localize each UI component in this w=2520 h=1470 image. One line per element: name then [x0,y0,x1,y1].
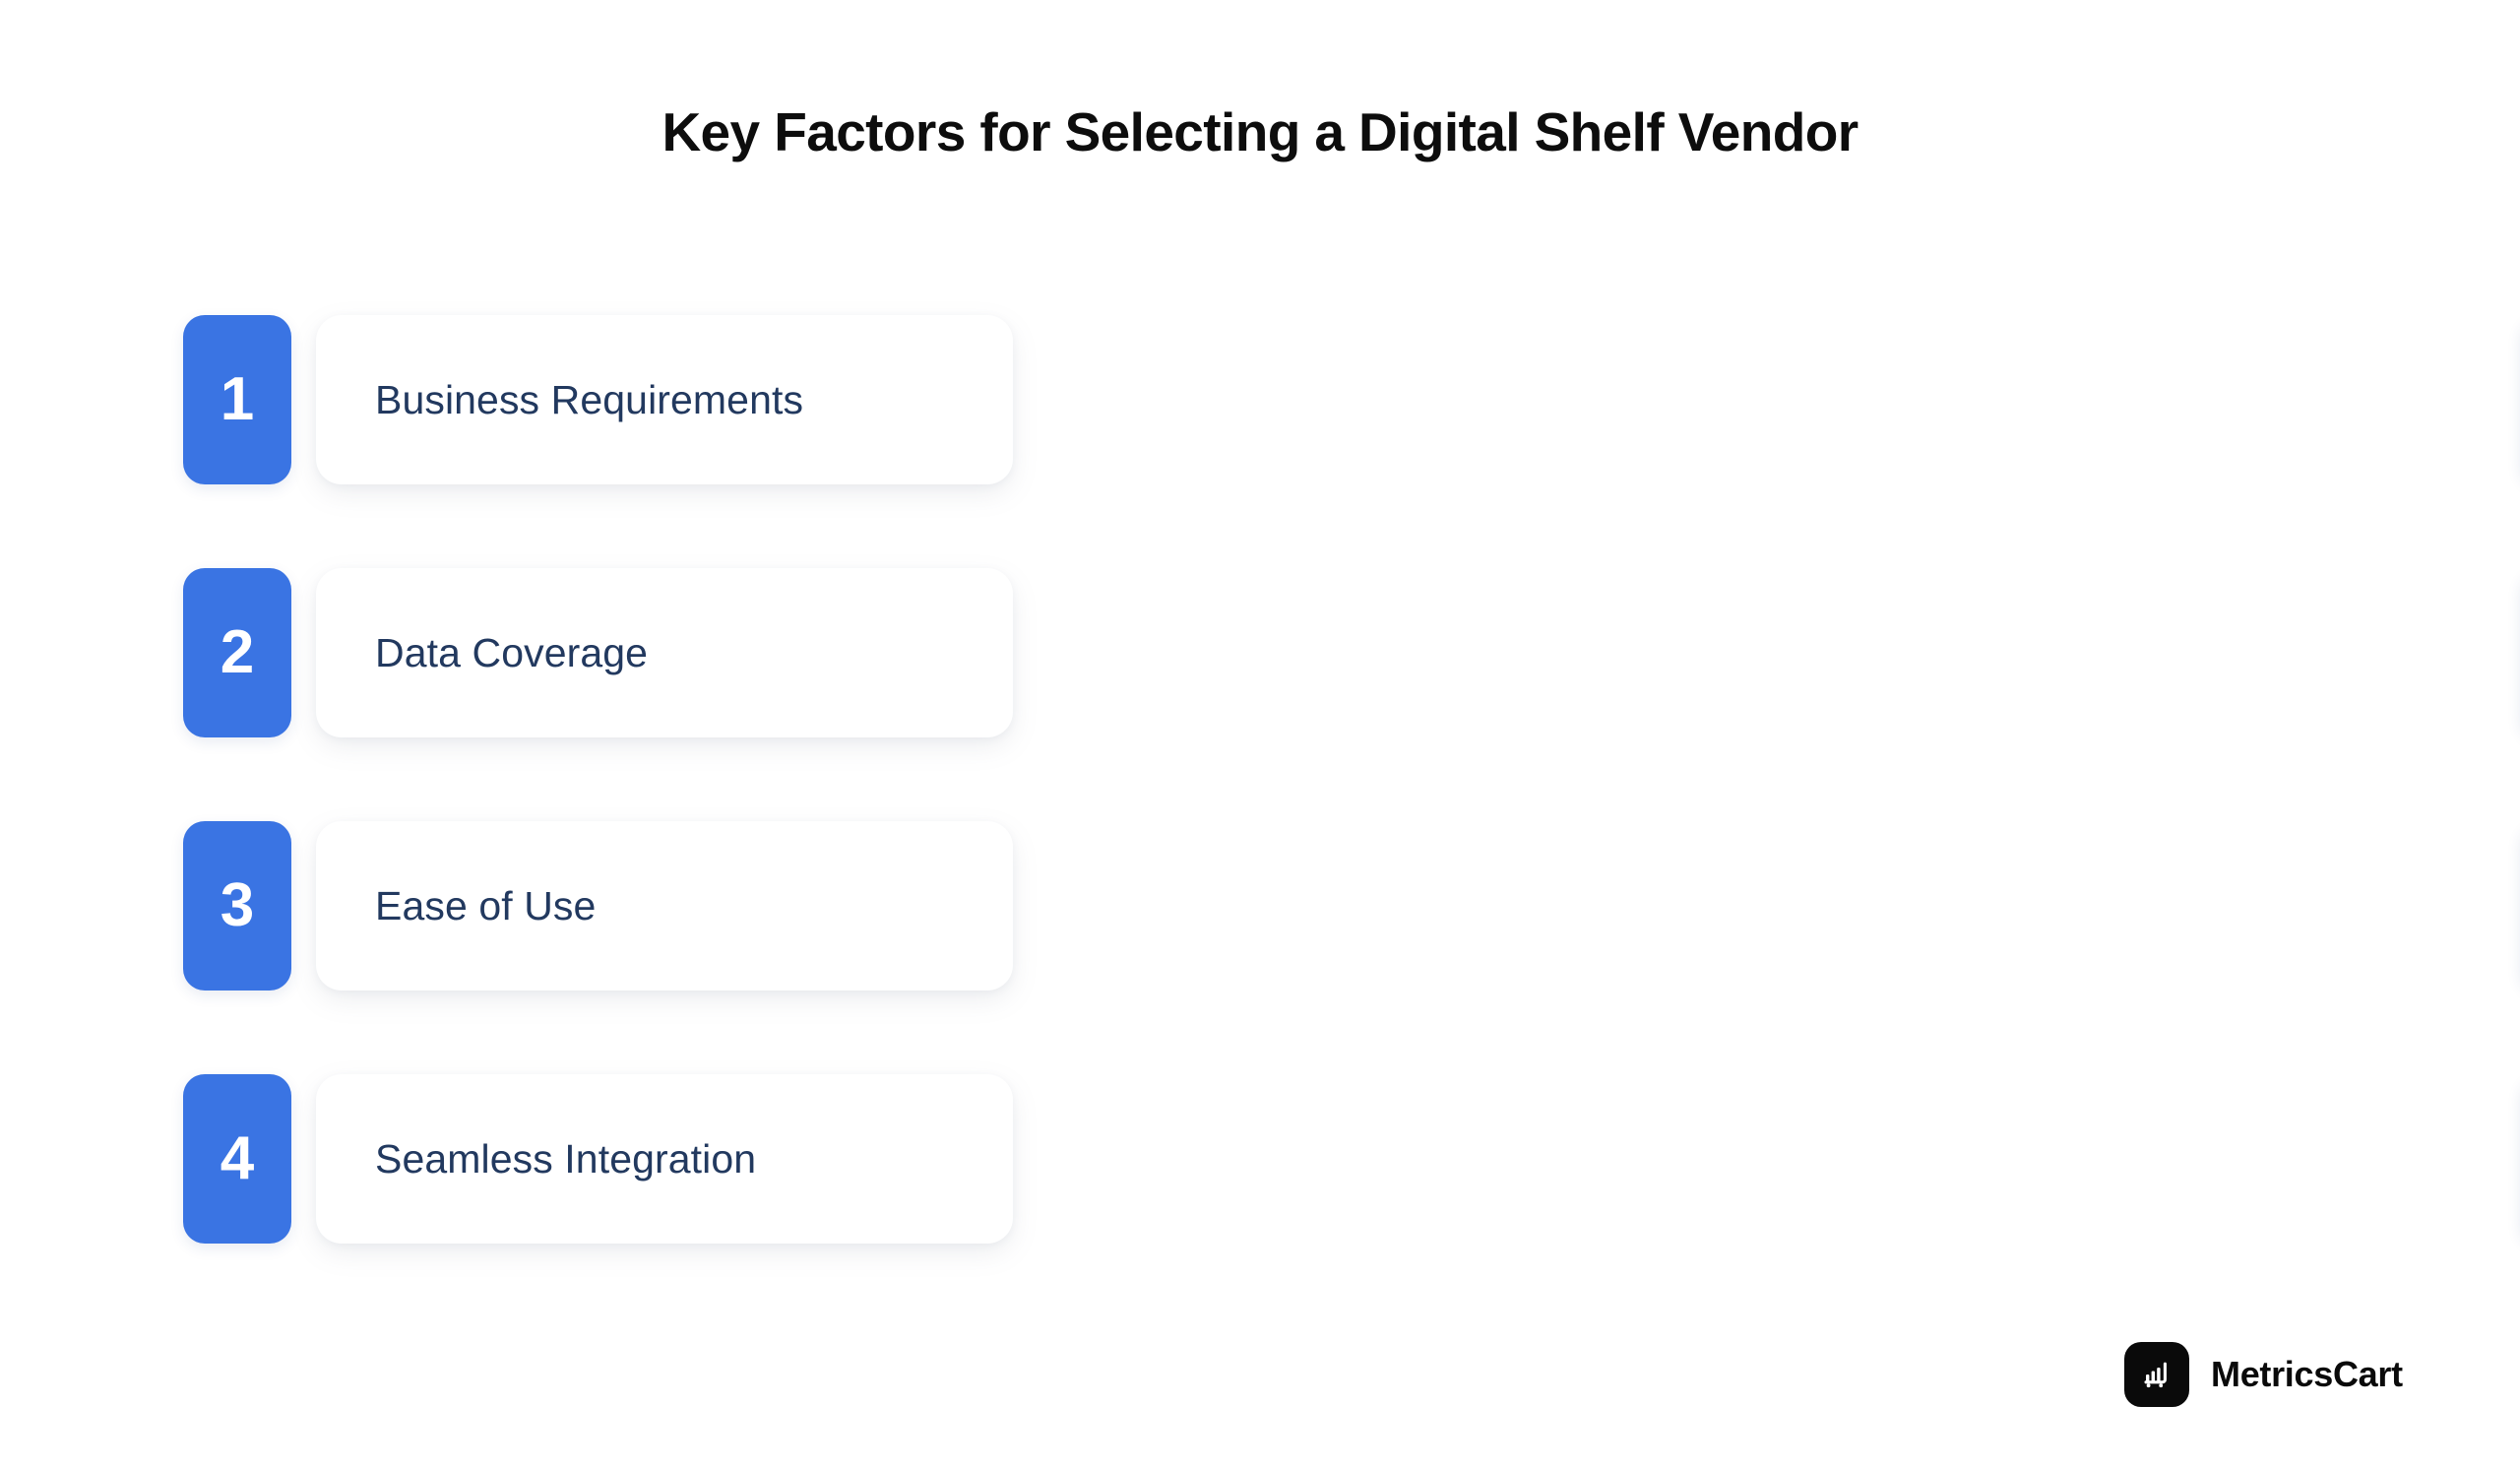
cart-bars-icon [2124,1342,2189,1407]
factor-row: 3 Ease of Use [183,821,1143,1074]
brand-logo: MetricsCart [2124,1342,2403,1407]
factor-label: Data Coverage [375,629,649,675]
factor-label-panel[interactable]: Ease of Use [316,821,1013,991]
factor-item-3[interactable]: 3 Ease of Use [183,821,1013,991]
factor-row: 4 Seamless Integration [183,1074,1143,1327]
factors-column-left: 1 Business Requirements 2 Data Coverage … [0,315,1143,1327]
factor-label-panel[interactable]: Business Requirements [316,315,1013,484]
brand-name: MetricsCart [2211,1354,2403,1394]
factor-row: 1 Business Requirements [183,315,1143,568]
factor-label: Ease of Use [375,882,597,928]
factor-item-4[interactable]: 4 Seamless Integration [183,1074,1013,1244]
factor-item-1[interactable]: 1 Business Requirements [183,315,1013,484]
factor-label-panel[interactable]: Data Coverage [316,568,1013,737]
factors-grid: 1 Business Requirements 2 Data Coverage … [0,315,2520,1327]
factor-number-badge: 1 [183,315,291,484]
infographic-page: Key Factors for Selecting a Digital Shel… [0,0,2520,1470]
page-title: Key Factors for Selecting a Digital Shel… [662,101,1858,162]
factor-item-2[interactable]: 2 Data Coverage [183,568,1013,737]
factor-number-badge: 2 [183,568,291,737]
factor-row: 2 Data Coverage [183,568,1143,821]
factors-column-right: 5 Analysis and Actionability 6 Domain Ex… [1143,315,2520,1327]
factor-label: Seamless Integration [375,1135,757,1182]
factor-label-panel[interactable]: Seamless Integration [316,1074,1013,1244]
factor-number-badge: 4 [183,1074,291,1244]
factor-label: Business Requirements [375,376,804,422]
factor-number-badge: 3 [183,821,291,991]
